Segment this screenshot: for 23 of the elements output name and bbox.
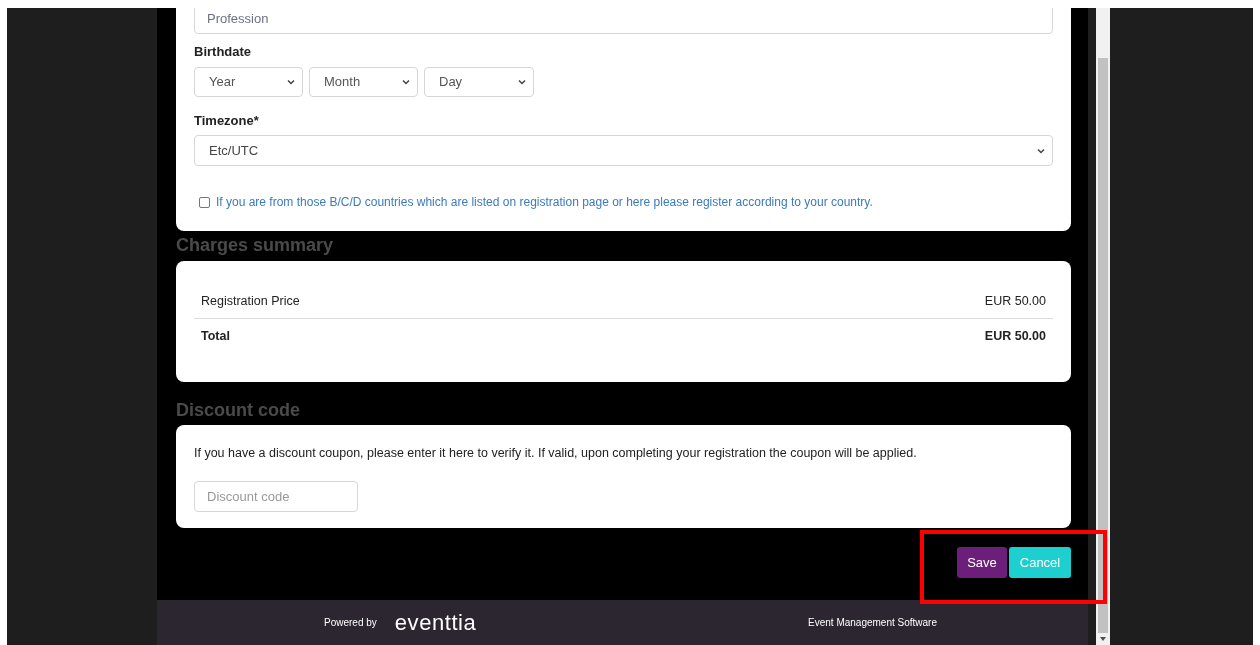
discount-description: If you have a discount coupon, please enter it here to verify it. If valid, upon completing your registration the coupon will be applied. bbox=[194, 445, 918, 462]
birthdate-select[interactable]: Month bbox=[309, 66, 418, 97]
scroll-down-icon[interactable] bbox=[1099, 636, 1107, 642]
total-label: Total bbox=[201, 327, 230, 345]
birthdate-label: Birthdate bbox=[194, 43, 253, 61]
discount-code-field[interactable]: Discount code bbox=[194, 480, 358, 512]
section-heading: Charges summary bbox=[176, 234, 335, 256]
save-button[interactable]: Save bbox=[957, 547, 1007, 578]
scrollbar[interactable] bbox=[1096, 8, 1110, 645]
brand-logo: eventtia bbox=[394, 609, 477, 637]
charge-amount: EUR 50.00 bbox=[984, 293, 1046, 311]
total-amount: EUR 50.00 bbox=[984, 327, 1046, 345]
profession-field[interactable]: Profession bbox=[194, 8, 1053, 34]
birthdate-select[interactable]: Year bbox=[194, 66, 303, 97]
birthdate-select[interactable]: Day bbox=[424, 66, 534, 97]
powered-by-text: Powered by bbox=[324, 616, 377, 630]
checkbox[interactable] bbox=[199, 196, 210, 208]
country-notice-text: If you are from those B/C/D countries which are listed on registration page or here please register according to your country. bbox=[216, 194, 873, 211]
timezone-select[interactable]: Etc/UTC bbox=[194, 135, 1053, 166]
charge-label: Registration Price bbox=[201, 293, 300, 311]
section-heading: Discount code bbox=[176, 399, 301, 421]
timezone-label: Timezone* bbox=[194, 111, 260, 130]
footer-tagline: Event Management Software bbox=[808, 616, 937, 630]
